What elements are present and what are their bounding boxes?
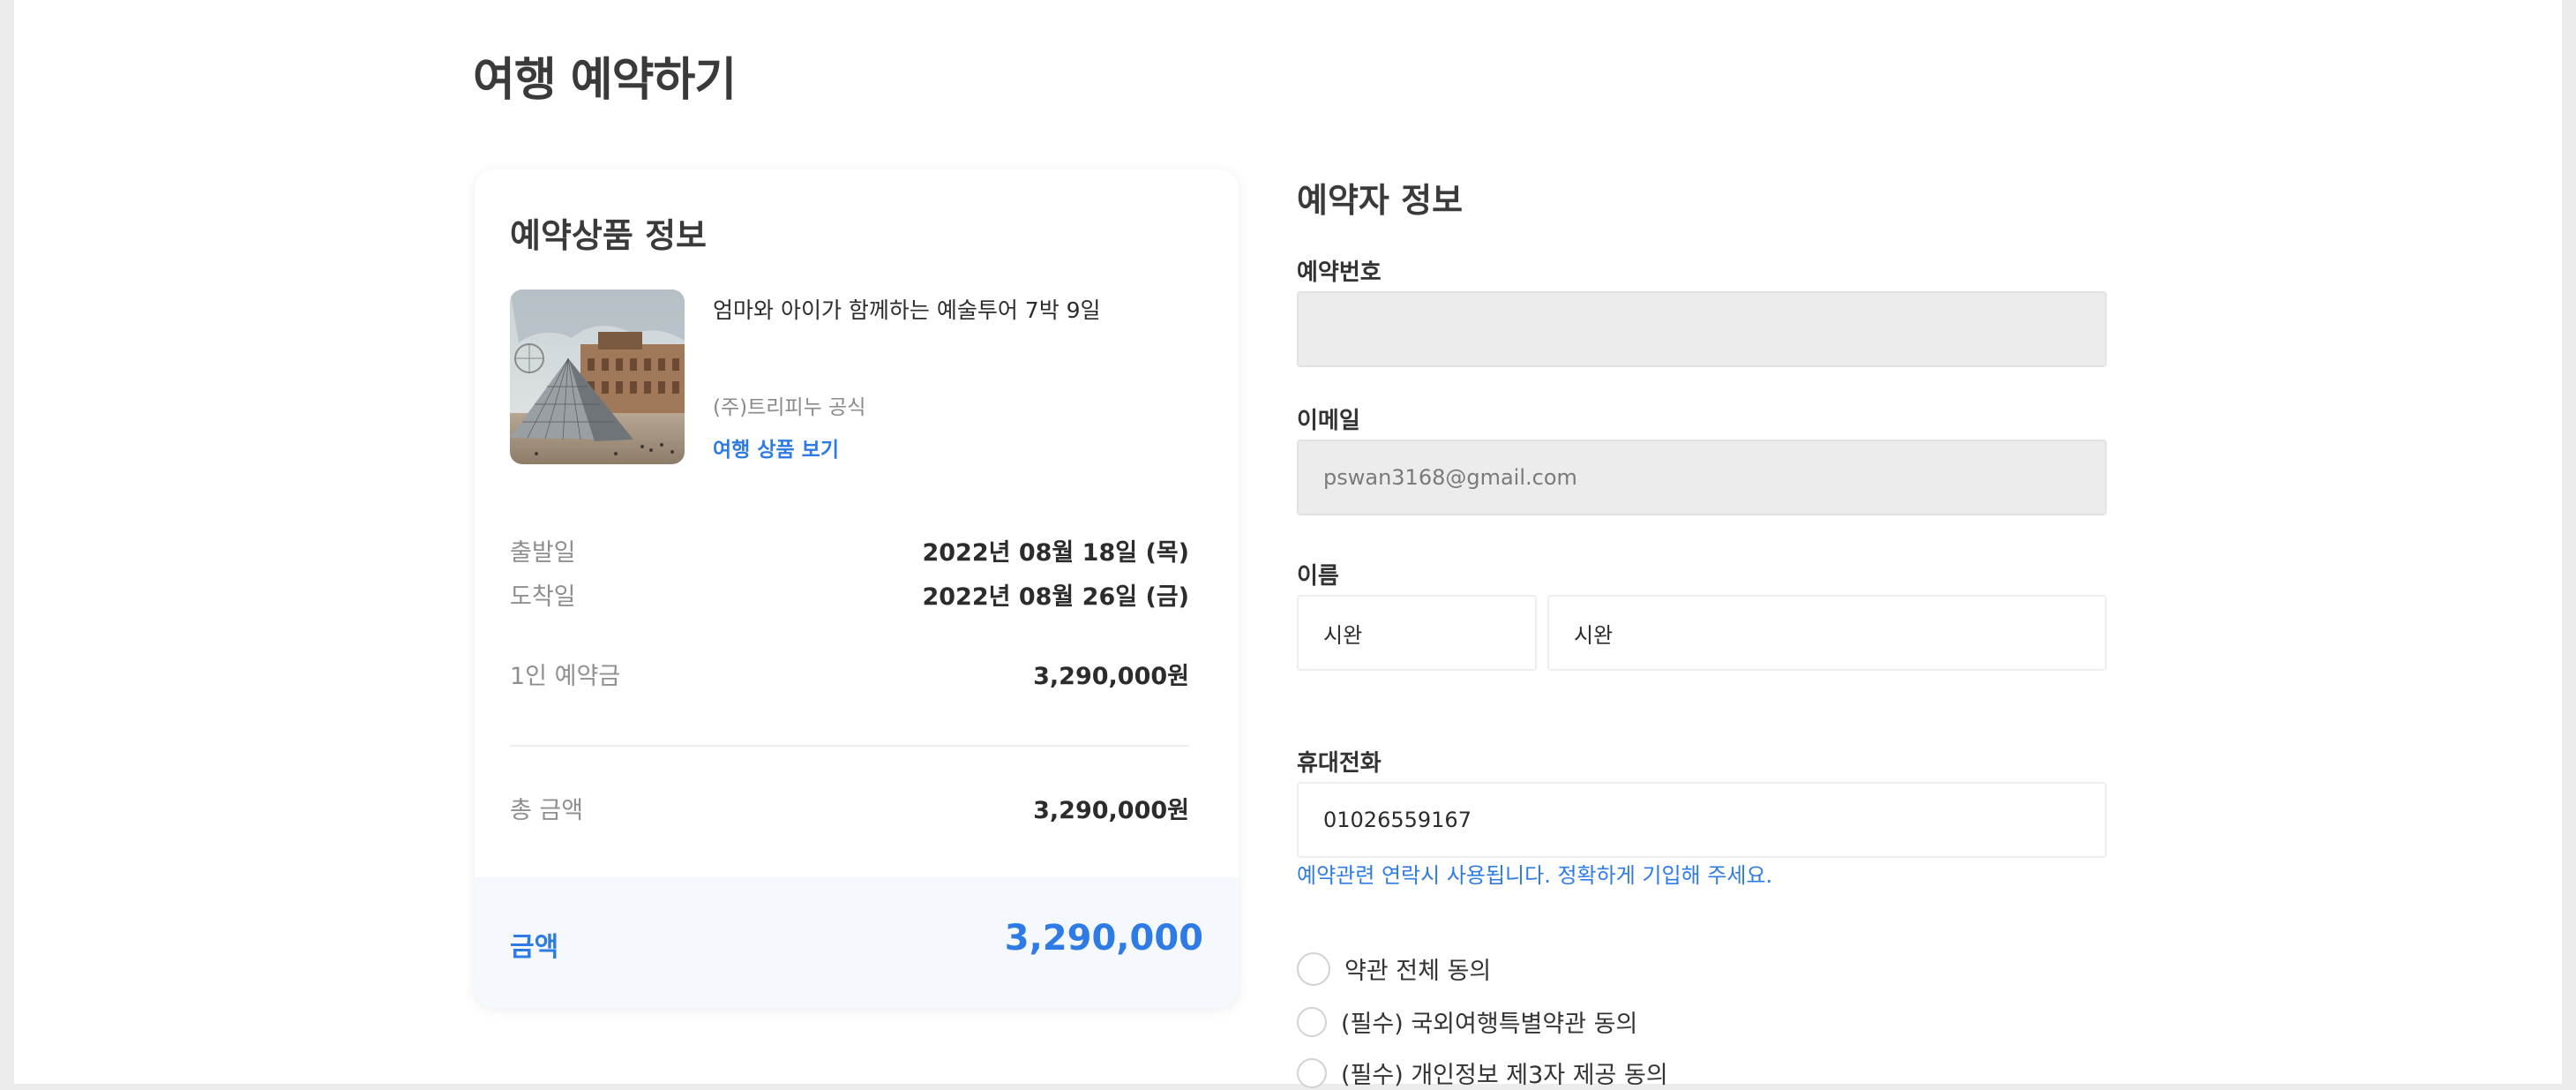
checkbox-circle-icon: [1297, 1057, 1327, 1088]
departure-label: 출발일: [510, 539, 576, 567]
agree-privacy-checkbox[interactable]: (필수) 개인정보 제3자 제공 동의: [1297, 1056, 1668, 1090]
checkbox-circle-icon: [1297, 951, 1330, 986]
agree-privacy-label: (필수) 개인정보 제3자 제공 동의: [1341, 1062, 1668, 1089]
amount-label: 금액: [510, 932, 559, 963]
name-label: 이름: [1297, 563, 1339, 590]
page-title: 여행 예약하기: [473, 54, 737, 107]
arrival-row: 도착일 2022년 08월 26일 (금): [510, 577, 1189, 612]
amount-footer: 금액 3,290,000: [475, 877, 1239, 1008]
reservation-no-field[interactable]: [1297, 291, 2107, 367]
booker-info-title: 예약자 정보: [1297, 181, 1464, 220]
phone-field[interactable]: [1297, 782, 2107, 858]
email-field[interactable]: [1297, 440, 2107, 515]
total-row: 총 금액 3,290,000원: [510, 791, 1189, 825]
agree-all-checkbox[interactable]: 약관 전체 동의: [1297, 951, 1491, 986]
total-label: 총 금액: [510, 797, 584, 824]
per-person-value: 3,290,000원: [1033, 663, 1189, 690]
departure-value: 2022년 08월 18일 (목): [922, 539, 1189, 567]
product-info-card: 예약상품 정보 엄마와 아이가 함께하는 예술투어 7박 9일 (주)트리피누 …: [475, 169, 1239, 1008]
first-name-field[interactable]: [1547, 595, 2107, 671]
amount-value: 3,290,000: [1004, 918, 1203, 958]
product-card-title: 예약상품 정보: [510, 216, 707, 255]
view-product-link[interactable]: 여행 상품 보기: [713, 432, 839, 462]
phone-label: 휴대전화: [1297, 750, 1382, 777]
product-company: (주)트리피누 공식: [713, 396, 866, 419]
product-name: 엄마와 아이가 함께하는 예술투어 7박 9일: [713, 297, 1101, 323]
card-divider: [510, 745, 1189, 747]
arrival-label: 도착일: [510, 583, 576, 611]
page: 여행 예약하기 예약상품 정보 엄마와 아이가 함께하는 예술투어 7박 9일 …: [14, 0, 2562, 1089]
agree-all-label: 약관 전체 동의: [1344, 958, 1492, 985]
total-value: 3,290,000원: [1033, 797, 1189, 824]
phone-hint: 예약관련 연락시 사용됩니다. 정확하게 기입해 주세요.: [1297, 863, 1773, 888]
agree-terms-label: (필수) 국외여행특별약관 동의: [1341, 1011, 1638, 1038]
product-image: [510, 289, 685, 464]
arrival-value: 2022년 08월 26일 (금): [922, 583, 1189, 611]
per-person-row: 1인 예약금 3,290,000원: [510, 657, 1189, 691]
email-label: 이메일: [1297, 408, 1360, 434]
departure-row: 출발일 2022년 08월 18일 (목): [510, 533, 1189, 568]
last-name-field[interactable]: [1297, 595, 1537, 671]
reservation-no-label: 예약번호: [1297, 259, 1382, 286]
agree-terms-checkbox[interactable]: (필수) 국외여행특별약관 동의: [1297, 1004, 1637, 1039]
per-person-label: 1인 예약금: [510, 663, 621, 690]
checkbox-circle-icon: [1297, 1006, 1327, 1037]
